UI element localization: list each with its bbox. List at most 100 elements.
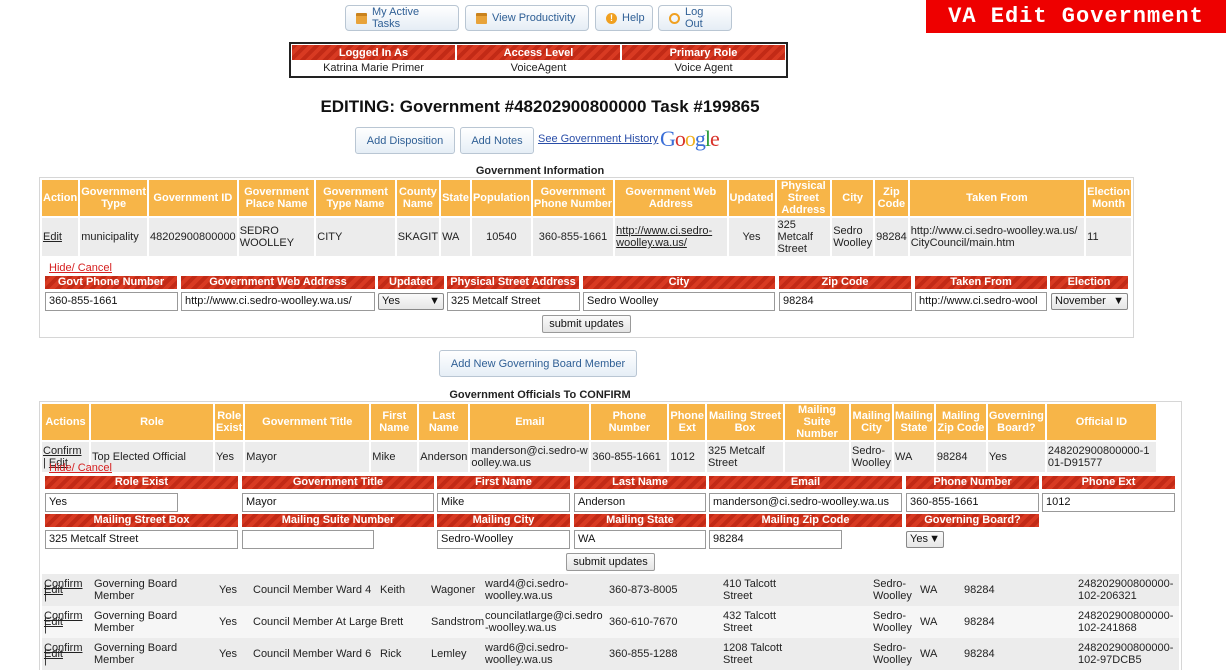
first-name-value: Brett [380,616,404,628]
col-population: Population [471,180,531,216]
city-input[interactable]: Sedro Woolley [583,292,775,311]
role-value: Governing Board Member [94,610,178,634]
mailing-zip-value: 98284 [964,616,995,628]
add-notes-button[interactable]: Add Notes [460,127,534,154]
mailing-zip-value: 98284 [964,648,995,660]
first-name-value: Mike [372,451,396,463]
col-state: State [441,180,470,216]
official-row: Confirm | Edit Governing Board Member Yes… [42,606,1179,638]
edit-official-link[interactable]: Edit [44,638,63,670]
government-information-panel: Action Government Type Government ID Gov… [39,177,1134,338]
google-logo[interactable]: Google [660,126,720,152]
mailing-city-input[interactable]: Sedro-Woolley [437,530,570,549]
official-id-value: 248202900800000-102-97DCB5 [1078,642,1174,666]
role-exist-value: Yes [216,451,234,463]
email-value: ward4@ci.sedro-woolley.wa.us [485,578,569,602]
edit-head-taken-from: Taken From [915,276,1047,289]
last-name-input[interactable]: Anderson [574,493,706,512]
hide-cancel-link[interactable]: Hide/ Cancel [49,262,112,274]
mailing-city-value: Sedro-Woolley [873,578,912,602]
col-type-name: Government Type Name [316,180,395,216]
col-mailing-city: Mailing City [851,404,892,440]
submit-government-updates-button[interactable]: submit updates [542,315,631,333]
my-active-tasks-label: My Active Tasks [372,6,420,30]
state-value: WA [442,231,460,243]
my-active-tasks-button[interactable]: My Active Tasks [345,5,459,31]
government-id-value: 48202900800000 [150,231,236,243]
phone-value: 360-873-8005 [609,584,678,596]
first-name-input[interactable]: Mike [437,493,570,512]
mailing-city-value: Sedro-Woolley [852,445,891,469]
chevron-down-icon: ▼ [429,295,440,307]
email-value: manderson@ci.sedro-woolley.wa.us [471,445,588,469]
official-id-value: 248202900800000-102-206321 [1078,578,1174,602]
col-government-title: Government Title [245,404,370,440]
email-input[interactable]: manderson@ci.sedro-woolley.wa.us [709,493,902,512]
mailing-street-input[interactable]: 325 Metcalf Street [45,530,238,549]
col-web-address: Government Web Address [615,180,727,216]
submit-official-updates-button[interactable]: submit updates [566,553,655,571]
web-address-link[interactable]: http://www.ci.sedro-woolley.wa.us/ [616,225,712,249]
col-phone-number: Government Phone Number [532,180,614,216]
government-title-value: Mayor [246,451,277,463]
log-out-button[interactable]: Log Out [658,5,732,31]
updated-select[interactable]: Yes ▼ [378,293,444,310]
govt-phone-input[interactable]: 360-855-1661 [45,292,178,311]
phone-ext-value: 1012 [670,451,695,463]
county-value: SKAGIT [397,231,439,243]
edit-official-link[interactable]: Edit [44,574,63,606]
government-title-value: Council Member Ward 6 [253,648,372,660]
government-history-link[interactable]: See Government History [538,133,658,145]
log-out-label: Log Out [685,6,704,30]
confirm-link[interactable]: Confirm [43,445,82,457]
col-mailing-state: Mailing State [894,404,934,440]
street-address-input[interactable]: 325 Metcalf Street [447,292,580,311]
mailing-state-input[interactable]: WA [574,530,706,549]
taken-from-input[interactable]: http://www.ci.sedro-wool [915,292,1047,311]
col-government-type: Government Type [80,180,148,216]
taken-from-value: http://www.ci.sedro-woolley.wa.us/CityCo… [910,225,1078,249]
place-name-value: SEDRO WOOLLEY [239,225,295,249]
official-hide-cancel-link[interactable]: Hide/ Cancel [49,462,112,474]
view-productivity-label: View Productivity [492,12,576,24]
role-exist-input[interactable]: Yes [45,493,178,512]
folder-icon [476,12,487,24]
mailing-state-value: WA [920,616,938,628]
population-value: 10540 [486,231,517,243]
col-zip-code: Zip Code [875,180,908,216]
edit-official-link[interactable]: Edit [44,606,63,638]
government-title-value: Council Member Ward 4 [253,584,372,596]
col-governing-board: Governing Board? [987,404,1045,440]
edit-head-zip: Zip Code [779,276,911,289]
web-address-input[interactable]: http://www.ci.sedro-woolley.wa.us/ [181,292,375,311]
officials-panel: Actions Role Role Exist Government Title… [39,401,1182,670]
add-disposition-button[interactable]: Add Disposition [355,127,455,154]
official-row: Confirm | Edit Top Elected Official Yes M… [42,442,1156,472]
help-label: Help [622,12,645,24]
government-title-input[interactable]: Mayor [242,493,434,512]
phone-number-input[interactable]: 360-855-1661 [906,493,1039,512]
col-action: Action [42,180,79,216]
election-month-select-value: November [1055,295,1106,307]
chevron-down-icon: ▼ [929,533,940,545]
governing-board-select[interactable]: Yes ▼ [906,531,944,548]
folder-icon [356,12,367,24]
zip-code-input[interactable]: 98284 [779,292,912,311]
mailing-suite-input[interactable] [242,530,374,549]
phone-ext-input[interactable]: 1012 [1042,493,1175,512]
mailing-zip-value: 98284 [936,451,968,463]
add-governing-board-member-button[interactable]: Add New Governing Board Member [439,350,637,377]
email-value: councilatlarge@ci.sedro-woolley.wa.us [485,610,603,634]
first-name-value: Keith [380,584,406,596]
help-button[interactable]: ! Help [595,5,653,31]
edit-head-updated: Updated [378,276,444,289]
edit-head-mailing-city: Mailing City [437,514,570,527]
zip-value: 98284 [876,231,907,243]
mailing-zip-input[interactable]: 98284 [709,530,842,549]
view-productivity-button[interactable]: View Productivity [465,5,589,31]
government-title-value: Council Member At Large [253,616,378,628]
edit-head-phone-ext: Phone Ext [1042,476,1175,489]
edit-government-link[interactable]: Edit [43,231,62,243]
access-level-header: Access Level [457,45,620,60]
election-month-select[interactable]: November ▼ [1051,293,1128,310]
